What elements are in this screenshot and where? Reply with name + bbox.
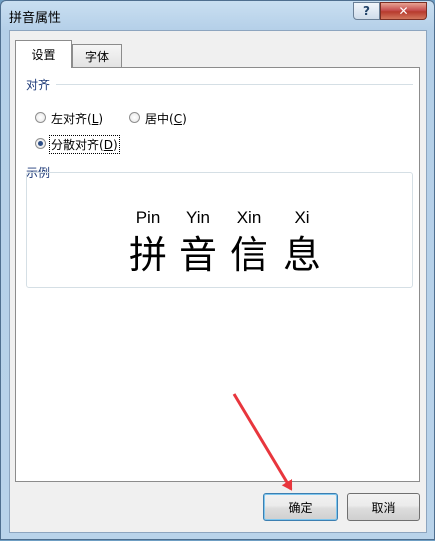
tab-settings[interactable]: 设置 xyxy=(15,40,72,68)
tab-settings-label: 设置 xyxy=(31,48,56,62)
dialog-window: 拼音属性 ? ✕ 设置 字体 对齐 左对齐(L) 居中(C) 分散对齐(D) 示… xyxy=(0,0,435,540)
annotation-arrow-icon xyxy=(232,393,293,491)
